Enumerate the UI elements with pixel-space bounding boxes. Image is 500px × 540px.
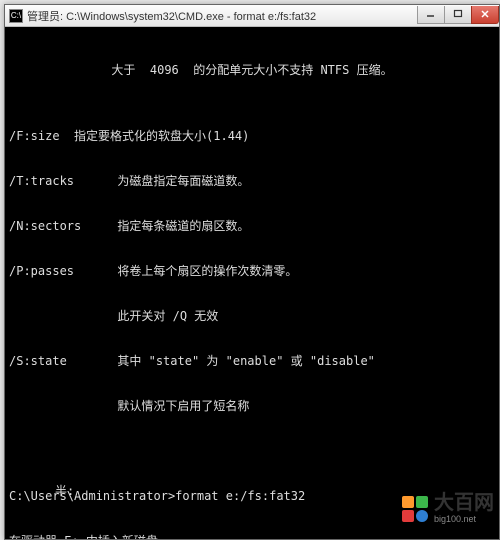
window-controls [418, 6, 499, 24]
app-icon: C:\ [9, 9, 23, 23]
option-row: /T:tracks 为磁盘指定每面磁道数。 [9, 174, 495, 189]
option-row: /F:size 指定要格式化的软盘大小(1.44) [9, 129, 495, 144]
option-row: 此开关对 /Q 无效 [9, 309, 495, 324]
option-row: /N:sectors 指定每条磁道的扇区数。 [9, 219, 495, 234]
blank-line [9, 444, 495, 459]
alloc-unit-msg: 大于 4096 的分配单元大小不支持 NTFS 压缩。 [9, 63, 495, 78]
terminal-output[interactable]: 大于 4096 的分配单元大小不支持 NTFS 压缩。 /F:size 指定要格… [5, 27, 499, 539]
minimize-button[interactable] [417, 6, 445, 24]
option-row: /P:passes 将卷上每个扇区的操作次数清零。 [9, 264, 495, 279]
insert-disk-line: 在驱动器 E: 中插入新磁盘 [9, 534, 495, 539]
close-button[interactable] [471, 6, 499, 24]
titlebar[interactable]: C:\ 管理员: C:\Windows\system32\CMD.exe - f… [5, 5, 499, 27]
prompt-line: C:\Users\Administrator>format e:/fs:fat3… [9, 489, 495, 504]
window-title: 管理员: C:\Windows\system32\CMD.exe - forma… [27, 8, 418, 24]
half-indicator: 半: [55, 484, 74, 499]
maximize-button[interactable] [444, 6, 472, 24]
option-row: 默认情况下启用了短名称 [9, 399, 495, 414]
cmd-window: C:\ 管理员: C:\Windows\system32\CMD.exe - f… [4, 4, 500, 540]
option-row: /S:state 其中 "state" 为 "enable" 或 "disabl… [9, 354, 495, 369]
